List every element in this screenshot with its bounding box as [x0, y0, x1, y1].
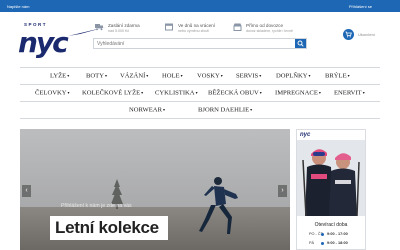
feature-subtitle: dovoz skladem, rychle i levně [246, 29, 293, 33]
nav-divider-bottom [20, 118, 380, 119]
hours-time: 9:00 - 17:00 [327, 232, 348, 236]
feature-returns: Ve dnů na vrácení nebo výměnu zboží [165, 22, 230, 36]
chevron-down-icon: ▾ [362, 90, 365, 95]
nav-item-lyze[interactable]: LYŽE▾ [50, 70, 71, 82]
nav-item-bjorn-daehlie[interactable]: BJORN DAEHLIE▾ [198, 104, 254, 116]
chevron-down-icon: ▾ [162, 107, 165, 112]
chevron-down-icon: ▾ [347, 73, 350, 78]
store-icon [233, 23, 242, 31]
search-button[interactable] [295, 39, 306, 48]
nav-label: ČELOVKY [35, 89, 67, 97]
calendar-icon [165, 23, 174, 31]
clock-icon [321, 242, 324, 245]
feature-title: Zaslání zdarma [108, 23, 140, 28]
chevron-down-icon: ▾ [67, 90, 70, 95]
chevron-down-icon: ▾ [318, 90, 321, 95]
nav-row-2: ČELOVKY▾ KOLEČKOVÉ LYŽE▾ CYKLISTIKA▾ BĚŽ… [20, 87, 380, 99]
banner-title: Letní kolekce [55, 218, 159, 237]
chevron-down-icon: ▾ [259, 73, 262, 78]
chevron-down-icon: ▾ [141, 90, 144, 95]
chevron-left-icon: ‹ [25, 187, 28, 194]
hero-banner[interactable]: ‹ › Přihlášení k nám je zde na vás Letní… [20, 129, 290, 250]
nav-item-bezecka-obuv[interactable]: BĚŽECKÁ OBUV▾ [208, 87, 264, 99]
chevron-down-icon: ▾ [195, 90, 198, 95]
nav-label: KOLEČKOVÉ LYŽE [82, 89, 141, 97]
nav-label: BOTY [86, 72, 104, 80]
chevron-down-icon: ▾ [104, 73, 107, 78]
feature-strip: Zaslání zdarma nad 5.000 Kč Ve dnů na vr… [95, 22, 305, 36]
feature-subtitle: nad 5.000 Kč [108, 29, 130, 33]
nav-item-vazani[interactable]: VÁZÁNÍ▾ [120, 70, 150, 82]
nav-label: BĚŽECKÁ OBUV [208, 89, 259, 97]
search-bar[interactable]: Vyhledávání [93, 38, 307, 49]
nav-item-servis[interactable]: SERVIS▾ [236, 70, 263, 82]
nav-label: LYŽE [50, 72, 67, 80]
nav-item-hole[interactable]: HOLE▾ [162, 70, 185, 82]
chevron-down-icon: ▾ [220, 73, 223, 78]
nav-item-impregnace[interactable]: IMPREGNACE▾ [275, 87, 323, 99]
nav-item-keleckove-lyze[interactable]: KOLEČKOVÉ LYŽE▾ [82, 87, 145, 99]
skiers-photo [297, 140, 365, 216]
nav-row-3: NORWEAR▾ BJORN DAEHLIE▾ [20, 104, 380, 116]
feature-free-shipping: Zaslání zdarma nad 5.000 Kč [95, 22, 160, 36]
nav-label: BRÝLE [325, 72, 347, 80]
chevron-down-icon: ▾ [67, 73, 70, 78]
nav-item-celovky[interactable]: ČELOVKY▾ [35, 87, 72, 99]
nav-row-1: LYŽE▾ BOTY▾ VÁZÁNÍ▾ HOLE▾ VOSKY▾ SERVIS▾… [20, 70, 380, 82]
opening-hours-card: nyc Otevírací doba PO - ČT 9:00 - 17:00 … [296, 129, 366, 250]
banner-title-box: Letní kolekce [50, 216, 168, 240]
nav-divider [20, 84, 380, 85]
nav-item-cyklistika[interactable]: CYKLISTIKA▾ [155, 87, 200, 99]
logo-main-text: nyc [18, 26, 69, 59]
search-icon [297, 40, 304, 47]
chevron-down-icon: ▾ [180, 73, 183, 78]
site-logo[interactable]: SPORT nyc [18, 22, 106, 59]
nav-label: VÁZÁNÍ [120, 72, 146, 80]
chevron-right-icon: › [281, 187, 284, 194]
nav-item-bryle[interactable]: BRÝLE▾ [325, 70, 352, 82]
nav-item-norwear[interactable]: NORWEAR▾ [129, 104, 167, 116]
nav-divider [20, 101, 380, 102]
nav-label: BJORN DAEHLIE [198, 106, 250, 114]
carousel-next-button[interactable]: › [278, 185, 287, 197]
carousel-prev-button[interactable]: ‹ [22, 185, 31, 197]
nav-label: VOSKY [197, 72, 220, 80]
nav-label: DOPLŇKY [276, 72, 308, 80]
hours-time: 9:00 - 18:00 [327, 241, 348, 245]
search-input[interactable]: Vyhledávání [97, 41, 124, 47]
feature-direct-import: Přímo od dovozce dovoz skladem, rychle i… [233, 22, 305, 36]
clock-icon [321, 233, 324, 236]
chevron-down-icon: ▾ [250, 107, 253, 112]
chevron-down-icon: ▾ [259, 90, 262, 95]
side-logo: nyc [300, 132, 311, 138]
cart-label[interactable]: Ukončení [358, 32, 375, 37]
skiers-image [297, 140, 365, 216]
feature-title: Ve dnů na vrácení [178, 23, 216, 28]
chevron-down-icon: ▾ [146, 73, 149, 78]
nav-item-boty[interactable]: BOTY▾ [86, 70, 109, 82]
nav-label: NORWEAR [129, 106, 162, 114]
contact-link[interactable]: Napište nám [7, 4, 29, 9]
nav-item-doplnky[interactable]: DOPLŇKY▾ [276, 70, 313, 82]
nav-label: ENERVIT [334, 89, 362, 97]
nav-label: IMPREGNACE [275, 89, 318, 97]
cart-button[interactable] [343, 29, 354, 40]
login-link[interactable]: Přihlášení se [349, 4, 372, 9]
nav-item-vosky[interactable]: VOSKY▾ [197, 70, 225, 82]
opening-hours-title: Otevírací doba [314, 222, 348, 228]
runner-image [199, 177, 238, 234]
chevron-down-icon: ▾ [308, 73, 311, 78]
nav-label: HOLE [162, 72, 180, 80]
nav-label: CYKLISTIKA [155, 89, 195, 97]
feature-title: Přímo od dovozce [246, 23, 284, 28]
top-bar: Napište nám Přihlášení se [0, 0, 400, 12]
truck-icon [95, 23, 104, 31]
nav-label: SERVIS [236, 72, 259, 80]
cart-icon [345, 31, 352, 38]
hours-day: PÁ [309, 241, 315, 245]
banner-subtitle: Přihlášení k nám je zde na vás [61, 203, 132, 209]
feature-subtitle: nebo výměnu zboží [178, 29, 210, 33]
nav-divider-top [20, 67, 380, 68]
nav-item-enervit[interactable]: ENERVIT▾ [334, 87, 367, 99]
